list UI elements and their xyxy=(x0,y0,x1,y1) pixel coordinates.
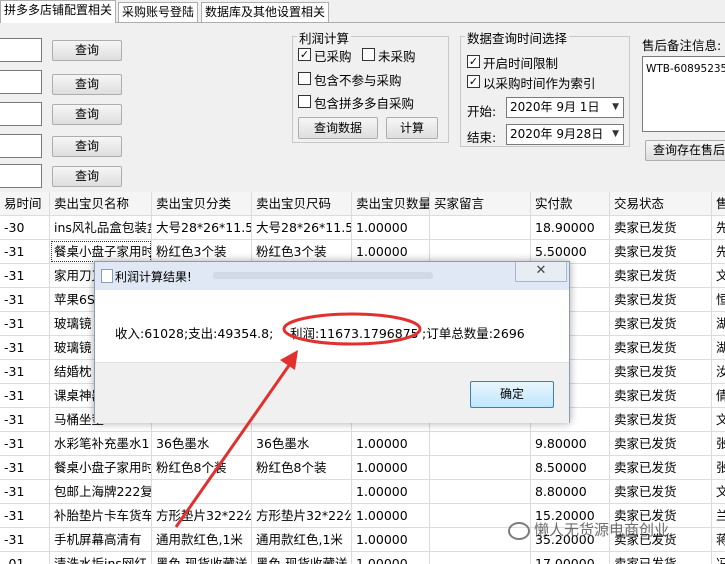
annotation-overlay xyxy=(174,312,422,528)
watermark-text: 懒人无货源电商创业 xyxy=(534,521,670,539)
highlight-ellipse xyxy=(282,312,422,346)
watermark: 懒人无货源电商创业 xyxy=(508,519,669,540)
annotation-arrow-line xyxy=(174,363,292,528)
wechat-icon xyxy=(508,521,530,540)
tab-pdd-store-config[interactable]: 拼多多店铺配置相关 xyxy=(0,0,117,23)
